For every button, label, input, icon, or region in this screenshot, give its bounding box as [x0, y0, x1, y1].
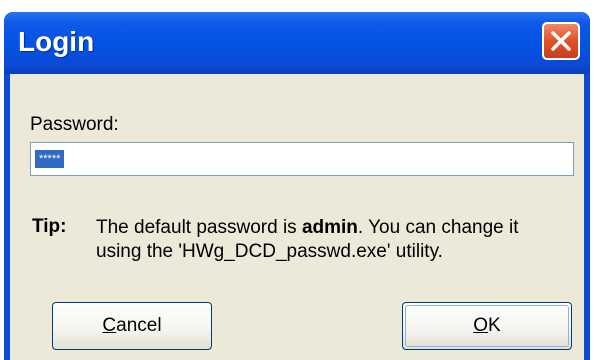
password-value: *****	[35, 150, 65, 168]
password-field[interactable]: *****	[30, 142, 574, 176]
cancel-mnemonic: C	[102, 315, 117, 336]
cancel-button[interactable]: Cancel	[52, 302, 212, 350]
title-bar[interactable]: Login	[4, 12, 590, 74]
password-label: Password:	[30, 114, 119, 135]
cancel-label: ancel	[116, 315, 162, 336]
close-icon	[551, 31, 571, 51]
login-dialog: Login Password: ***** Tip: The default p…	[4, 12, 590, 360]
tip-text: The default password is admin. You can c…	[96, 216, 566, 264]
dialog-body: Password: ***** Tip: The default passwor…	[10, 74, 584, 360]
ok-mnemonic: O	[473, 315, 489, 336]
ok-button[interactable]: OK	[402, 302, 572, 350]
close-button[interactable]	[542, 22, 580, 60]
tip-label: Tip:	[32, 216, 67, 237]
window-title: Login	[18, 26, 95, 57]
ok-label: K	[488, 315, 501, 336]
tip-text-before: The default password is	[96, 217, 302, 238]
tip-default-password: admin	[301, 217, 358, 238]
